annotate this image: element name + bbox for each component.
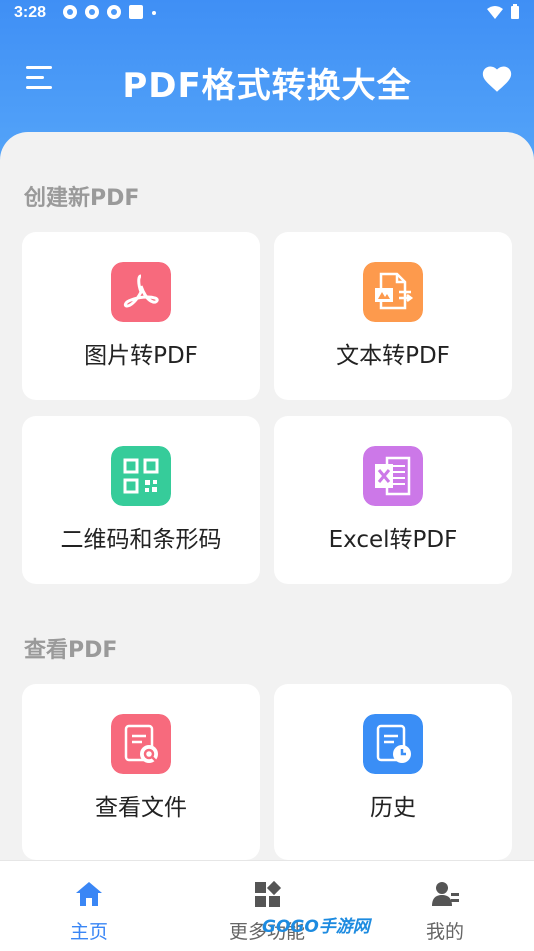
home-icon xyxy=(76,882,102,906)
card-label: 历史 xyxy=(370,795,416,821)
section-title-view: 查看PDF xyxy=(24,638,118,663)
wifi-icon xyxy=(487,6,503,19)
pdf-icon xyxy=(111,262,171,322)
user-icon xyxy=(432,882,459,906)
card-label: Excel转PDF xyxy=(328,527,458,553)
file-search-icon xyxy=(111,714,171,774)
card-view-file[interactable]: 查看文件 xyxy=(22,684,260,860)
card-excel-to-pdf[interactable]: Excel转PDF xyxy=(274,416,512,584)
status-notification-icons xyxy=(62,4,158,20)
card-qr-barcode[interactable]: 二维码和条形码 xyxy=(22,416,260,584)
sync-icon xyxy=(107,5,121,19)
notification-square-icon xyxy=(129,5,143,19)
history-icon xyxy=(363,714,423,774)
status-system-icons xyxy=(486,4,520,20)
watermark-logo: GOGO手游网 xyxy=(262,917,370,937)
tab-home[interactable]: 主页 xyxy=(39,879,139,944)
tab-mine[interactable]: 我的 xyxy=(395,879,495,944)
card-label: 二维码和条形码 xyxy=(60,527,222,553)
document-convert-icon xyxy=(363,262,423,322)
excel-icon xyxy=(363,446,423,506)
sync-icon xyxy=(63,5,77,19)
bottom-tab-bar: 主页 更多功能 我的 xyxy=(0,860,534,951)
status-bar: 3:28 xyxy=(0,0,534,30)
heart-icon[interactable] xyxy=(480,62,514,96)
qr-code-icon xyxy=(111,446,171,506)
apps-icon xyxy=(255,880,282,907)
status-time: 3:28 xyxy=(14,4,47,21)
dot-icon xyxy=(152,11,156,15)
tab-label: 我的 xyxy=(425,921,464,943)
card-image-to-pdf[interactable]: 图片转PDF xyxy=(22,232,260,400)
card-history[interactable]: 历史 xyxy=(274,684,512,860)
main-content: 创建新PDF 图片转PDF 文本转PDF 二维码和条形码 Excel转PDF 查… xyxy=(0,132,534,860)
sync-icon xyxy=(85,5,99,19)
card-label: 查看文件 xyxy=(95,795,187,821)
section-title-create: 创建新PDF xyxy=(24,186,140,211)
tab-label: 主页 xyxy=(69,921,108,943)
battery-icon xyxy=(511,4,519,19)
app-title: PDF格式转换大全 xyxy=(122,66,412,106)
card-label: 图片转PDF xyxy=(84,343,198,369)
card-text-to-pdf[interactable]: 文本转PDF xyxy=(274,232,512,400)
card-label: 文本转PDF xyxy=(336,343,450,369)
